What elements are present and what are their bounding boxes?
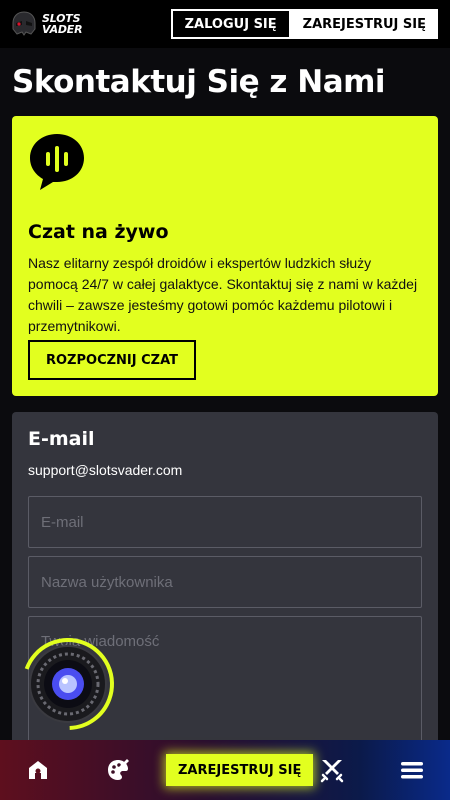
menu-icon-glyph xyxy=(401,762,423,779)
register-button-bottom[interactable]: ZAREJESTRUJ SIĘ xyxy=(166,754,314,786)
games-icon-glyph xyxy=(108,759,129,780)
bottom-nav-bar: ZAREJESTRUJ SIĘ xyxy=(0,740,450,800)
live-chat-description: Nasz elitarny zespół droidów i ekspertów… xyxy=(28,255,418,334)
page-title: Skontaktuj Się z Nami xyxy=(12,64,386,100)
login-button[interactable]: ZALOGUJ SIĘ xyxy=(170,9,291,39)
live-chat-title: Czat na żywo xyxy=(28,221,169,243)
logo-text-line2: VADER xyxy=(42,23,83,36)
username-input[interactable] xyxy=(28,556,422,608)
start-chat-button[interactable]: ROZPOCZNIJ CZAT xyxy=(28,340,196,380)
crossed-swords-icon-glyph xyxy=(320,760,344,783)
floating-bonus-widget[interactable] xyxy=(20,636,116,732)
top-header: SLOTS VADER ZALOGUJ SIĘ ZAREJESTRUJ SIĘ xyxy=(0,0,450,48)
crossed-swords-icon[interactable] xyxy=(318,756,346,784)
support-email-address[interactable]: support@slotsvader.com xyxy=(28,462,422,478)
email-input[interactable] xyxy=(28,496,422,548)
site-logo[interactable]: SLOTS VADER xyxy=(10,10,83,38)
register-button[interactable]: ZAREJESTRUJ SIĘ xyxy=(290,9,438,39)
email-section-title: E-mail xyxy=(28,428,95,450)
live-chat-card: Czat na żywo Nasz elitarny zespół droidó… xyxy=(12,116,438,396)
vader-helmet-icon xyxy=(12,11,36,36)
games-icon[interactable] xyxy=(104,756,132,784)
home-icon-glyph xyxy=(29,761,47,779)
auth-buttons: ZALOGUJ SIĘ ZAREJESTRUJ SIĘ xyxy=(170,9,438,39)
chat-bubble-icon xyxy=(30,134,84,190)
menu-icon[interactable] xyxy=(398,756,426,784)
home-icon[interactable] xyxy=(24,756,52,784)
